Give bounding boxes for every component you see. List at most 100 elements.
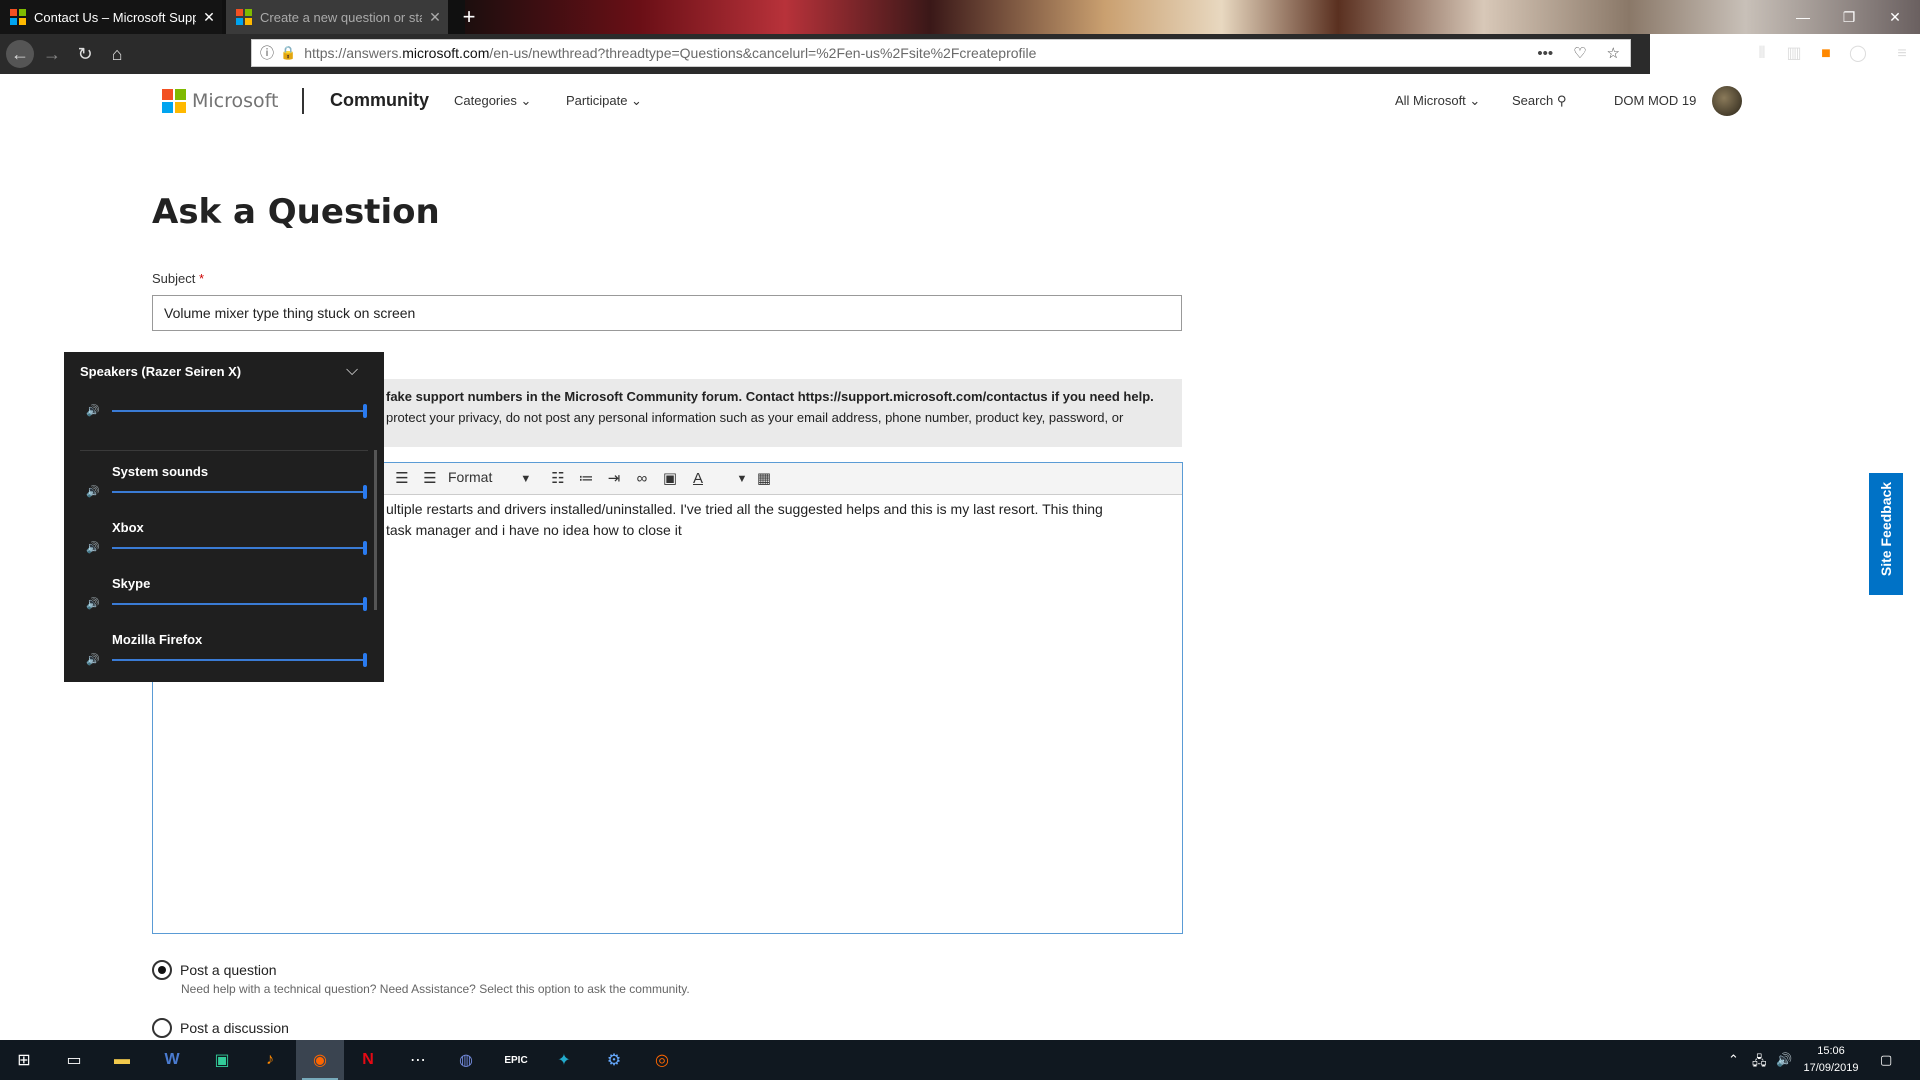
speaker-icon[interactable]: 🔊	[86, 597, 100, 610]
text-color-icon[interactable]: A	[685, 463, 711, 495]
device-volume-slider[interactable]	[112, 410, 367, 412]
pocket-icon[interactable]: ♡	[1573, 44, 1586, 62]
subject-input[interactable]: Volume mixer type thing stuck on screen	[152, 295, 1182, 331]
slider-thumb[interactable]	[363, 597, 367, 611]
file-explorer-icon[interactable]: ▬	[98, 1040, 146, 1080]
brand-name: Microsoft	[192, 90, 279, 112]
word-icon[interactable]: W	[148, 1040, 196, 1080]
firefox-volume-slider[interactable]	[112, 659, 367, 661]
tab-contact-us[interactable]: Contact Us – Microsoft Support ✕	[0, 0, 222, 34]
menu-icon[interactable]: ≡	[1888, 40, 1916, 68]
reload-icon[interactable]: ↻	[71, 40, 99, 68]
back-icon[interactable]: ←	[6, 40, 34, 68]
post-discussion-radio[interactable]	[152, 1018, 172, 1038]
clock[interactable]: 15:06 17/09/2019	[1796, 1043, 1866, 1077]
app-name-system-sounds: System sounds	[112, 464, 209, 479]
page-title: Ask a Question	[152, 192, 440, 232]
image-icon[interactable]: ▣	[657, 463, 683, 495]
close-tab-icon[interactable]: ✕	[422, 9, 448, 26]
scrollbar[interactable]	[374, 450, 377, 610]
device-name[interactable]: Speakers (Razer Seiren X)	[80, 364, 241, 379]
close-tab-icon[interactable]: ✕	[196, 9, 222, 26]
community-link[interactable]: Community	[330, 90, 429, 111]
notice-line-1: fake support numbers in the Microsoft Co…	[386, 389, 1154, 404]
sidebar-icon[interactable]: ▥	[1780, 40, 1808, 68]
speaker-icon[interactable]: 🔊	[86, 653, 100, 666]
account-icon[interactable]: ◯	[1844, 40, 1872, 68]
address-bar[interactable]: ⓘ 🔒 https://answers.microsoft.com/en-us/…	[251, 39, 1631, 67]
forward-icon[interactable]: →	[38, 40, 66, 68]
link-icon[interactable]: ∞	[629, 463, 655, 495]
chevron-up-icon[interactable]: ⌃	[1728, 1052, 1739, 1068]
editor-text-line-2: task manager and i have no idea how to c…	[386, 522, 682, 538]
tab-create-question[interactable]: Create a new question or start a ✕	[226, 0, 448, 34]
info-icon[interactable]: ⓘ	[260, 43, 274, 63]
search-icon: ⚲	[1556, 93, 1567, 108]
gamepad-app-icon[interactable]: ▣	[198, 1040, 246, 1080]
participate-menu[interactable]: Participate ⌄	[566, 93, 642, 109]
tab-strip: Contact Us – Microsoft Support ✕ Create …	[0, 0, 1920, 34]
epic-games-icon[interactable]: EPIC	[492, 1040, 540, 1080]
align-right-icon[interactable]: ☰	[389, 463, 415, 495]
extension-icon[interactable]: ■	[1812, 40, 1840, 68]
microsoft-favicon-icon	[236, 9, 252, 25]
slider-thumb[interactable]	[363, 485, 367, 499]
justify-icon[interactable]: ☰	[417, 463, 443, 495]
indent-icon[interactable]: ⇥	[601, 463, 627, 495]
firefox-icon[interactable]: ◉	[296, 1040, 344, 1080]
post-question-radio[interactable]	[152, 960, 172, 980]
bookmark-star-icon[interactable]: ☆	[1607, 44, 1620, 62]
winamp-icon[interactable]: ♪	[246, 1040, 294, 1080]
notice-line-2: protect your privacy, do not post any pe…	[386, 410, 1124, 425]
page-actions-icon[interactable]: •••	[1537, 45, 1553, 62]
divider	[80, 450, 368, 451]
new-tab-button[interactable]: +	[456, 4, 482, 30]
maximize-icon[interactable]: ❐	[1826, 0, 1872, 34]
categories-menu[interactable]: Categories ⌄	[454, 93, 531, 109]
app-name-xbox: Xbox	[112, 520, 144, 535]
windows-start-icon[interactable]: ⊞	[0, 1040, 48, 1080]
minimize-icon[interactable]: —	[1780, 0, 1826, 34]
home-icon[interactable]: ⌂	[103, 40, 131, 68]
slider-thumb[interactable]	[363, 541, 367, 555]
chevron-down-icon: ⌄	[631, 93, 642, 108]
library-icon[interactable]: ⫴	[1748, 40, 1776, 68]
slider-thumb[interactable]	[363, 404, 367, 418]
task-view-icon[interactable]: ▭	[50, 1040, 98, 1080]
xbox-volume-slider[interactable]	[112, 547, 367, 549]
netflix-icon[interactable]: N	[344, 1040, 392, 1080]
site-feedback-button[interactable]: Site Feedback	[1869, 473, 1903, 595]
close-window-icon[interactable]: ✕	[1872, 0, 1918, 34]
app-name-firefox: Mozilla Firefox	[112, 632, 203, 647]
speaker-icon[interactable]: 🔊	[86, 541, 100, 554]
bulleted-list-icon[interactable]: ☷	[545, 463, 571, 495]
notifications-icon[interactable]: ▢	[1880, 1052, 1892, 1068]
required-mark: *	[199, 271, 205, 286]
origin-icon[interactable]: ◎	[638, 1040, 686, 1080]
chevron-down-icon[interactable]: ⌵	[346, 362, 358, 380]
speaker-icon[interactable]: 🔊	[86, 485, 100, 498]
numbered-list-icon[interactable]: ≔	[573, 463, 599, 495]
slider-thumb[interactable]	[363, 653, 367, 667]
background-artwork	[465, 0, 1920, 34]
network-icon[interactable]: 🖧	[1752, 1052, 1767, 1074]
microsoft-logo[interactable]: Microsoft	[162, 89, 278, 113]
format-dropdown[interactable]: Format ▼	[448, 469, 531, 485]
speaker-icon[interactable]: 🔊	[86, 404, 100, 417]
search-button[interactable]: Search ⚲	[1512, 93, 1566, 109]
system-sounds-volume-slider[interactable]	[112, 491, 367, 493]
volume-icon[interactable]: 🔊	[1776, 1052, 1792, 1068]
dots-app-icon[interactable]: ⋯	[394, 1040, 442, 1080]
tab-title: Create a new question or start a	[260, 9, 422, 25]
url-text[interactable]: https://answers.microsoft.com/en-us/newt…	[304, 45, 1527, 61]
table-icon[interactable]: ▦	[751, 463, 777, 495]
all-microsoft-menu[interactable]: All Microsoft ⌄	[1395, 93, 1480, 109]
user-name[interactable]: DOM MOD 19	[1614, 93, 1696, 108]
avatar[interactable]	[1712, 86, 1742, 116]
discord-icon[interactable]: ◍	[442, 1040, 490, 1080]
post-question-label[interactable]: Post a question	[180, 962, 277, 978]
steam-icon[interactable]: ⚙	[590, 1040, 638, 1080]
skype-volume-slider[interactable]	[112, 603, 367, 605]
post-discussion-label[interactable]: Post a discussion	[180, 1020, 289, 1036]
battlenet-icon[interactable]: ✦	[540, 1040, 588, 1080]
